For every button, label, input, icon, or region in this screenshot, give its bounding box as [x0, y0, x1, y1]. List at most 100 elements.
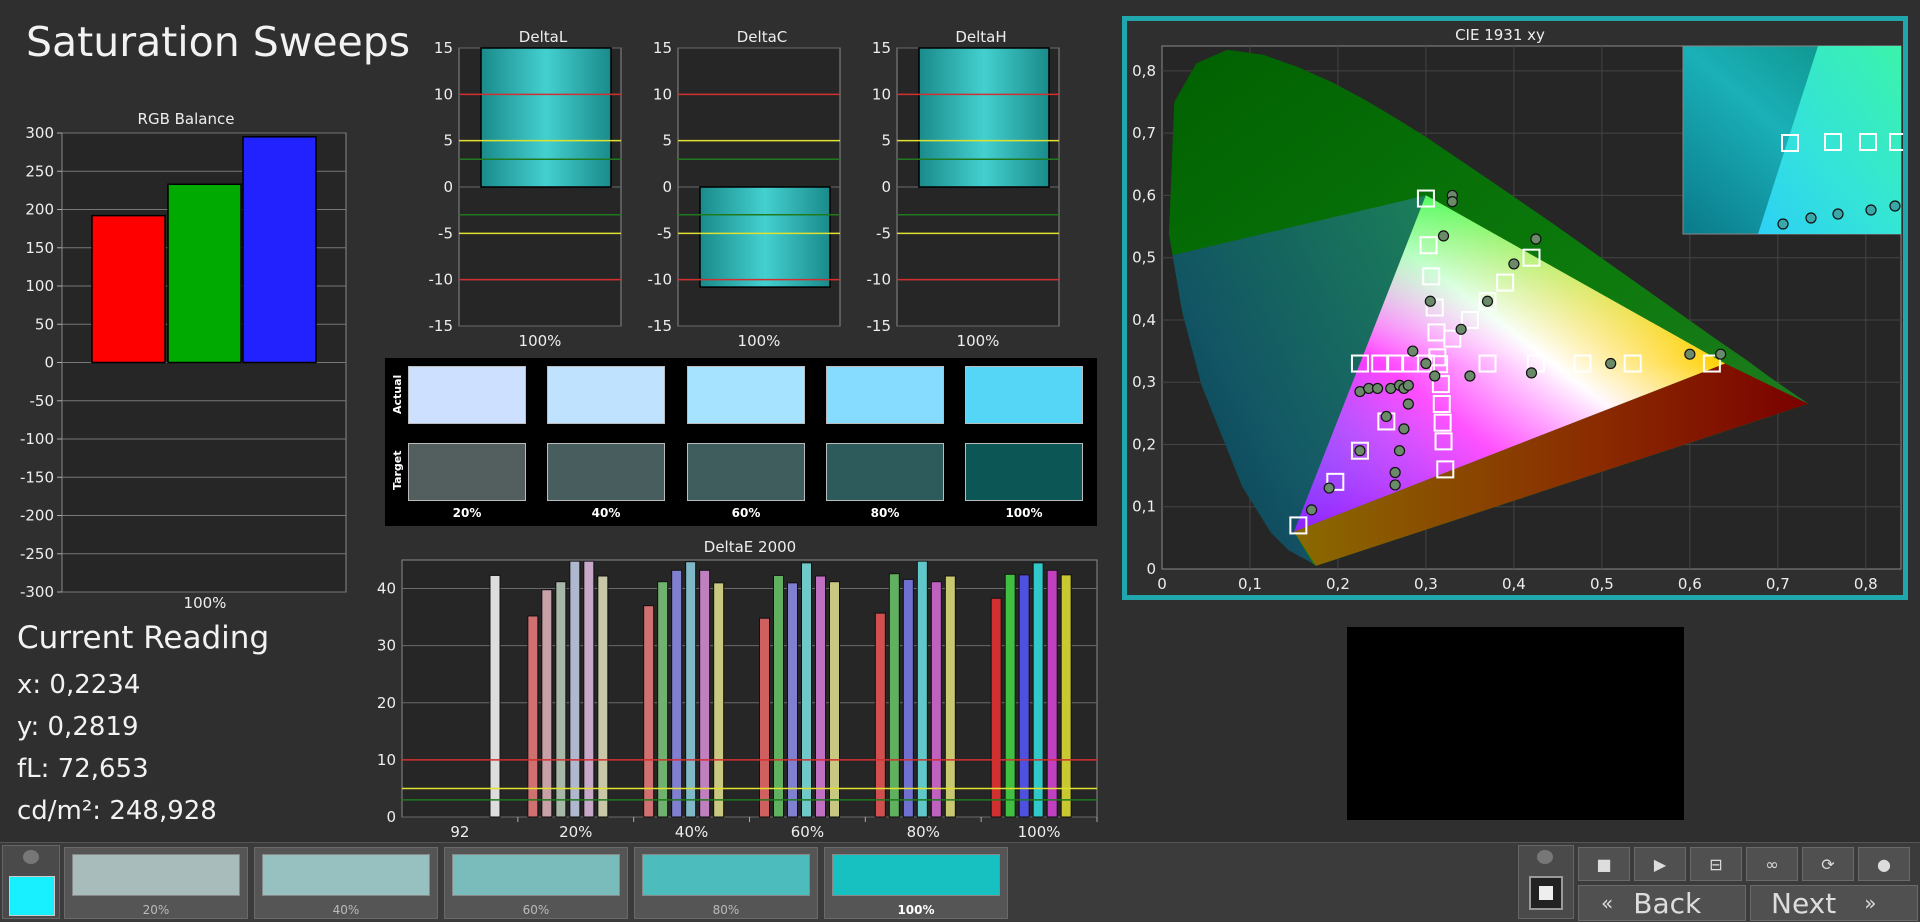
delta-tick-label: 5	[881, 132, 891, 150]
page-title: Saturation Sweeps	[26, 18, 411, 66]
rgb-tick-label: 150	[25, 239, 54, 257]
cie-measured-point	[1446, 196, 1458, 208]
deltae-tick-label: 10	[377, 751, 396, 769]
cie-xtick-label: 0,5	[1590, 575, 1614, 593]
target-row-label: Target	[391, 450, 404, 490]
actual-swatch	[826, 366, 944, 424]
cie-xtick-label: 0,6	[1678, 575, 1702, 593]
inset-measured-point	[1865, 204, 1877, 216]
cie-measured-point	[1525, 367, 1538, 379]
rgb-tick-label: -150	[20, 468, 54, 486]
deltae-xlabel: 92	[450, 823, 469, 841]
cie-measured-point	[1605, 357, 1617, 370]
current-color-swatch	[9, 876, 55, 916]
current-reading-title: Current Reading	[17, 620, 270, 656]
delta-tick-label: 15	[653, 40, 672, 57]
reading-fl: fL: 72,653	[17, 754, 149, 784]
delta-tick-label: -15	[867, 317, 892, 335]
deltae-bar	[990, 597, 1002, 818]
delta-tick-label: 5	[662, 132, 672, 150]
saturation-step-tile[interactable]: 80%	[634, 847, 818, 919]
deltae-chart: 40 30 20 10 0 92 20% 40% 60% 80% 100%	[377, 559, 1098, 841]
chevron-up-icon[interactable]	[1537, 850, 1553, 864]
cie-measured-point	[1393, 445, 1406, 457]
cie-measured-point	[1402, 398, 1414, 410]
deltae-bar	[888, 573, 900, 818]
refresh-icon[interactable]: ⟳	[1802, 847, 1854, 881]
deltae-bar	[1018, 574, 1030, 818]
saturation-step-tile[interactable]: 20%	[64, 847, 248, 919]
delta-tick-label: 0	[443, 178, 453, 196]
scroll-up-icon[interactable]	[23, 850, 39, 864]
tile-color-swatch	[262, 854, 430, 896]
deltae-bar	[685, 561, 697, 818]
actual-swatch	[408, 366, 526, 424]
deltae-bar	[1046, 569, 1058, 818]
deltae-tick-label: 30	[377, 637, 396, 655]
deltae-tick-label: 20	[377, 694, 396, 712]
pattern-preview-window	[1347, 627, 1684, 820]
saturation-step-tile[interactable]: 40%	[254, 847, 438, 919]
cie-measured-point	[1323, 482, 1335, 494]
reading-y: y: 0,2819	[17, 712, 139, 742]
deltae-bar	[583, 560, 595, 818]
cie-measured-point	[1481, 295, 1494, 307]
delta-tick-label: 10	[434, 85, 453, 103]
tile-color-swatch	[72, 854, 240, 896]
deltae-bar	[657, 581, 669, 818]
cie-ytick-label: 0,3	[1132, 373, 1156, 391]
swatch-label: 40%	[591, 506, 621, 520]
rgb-bar-r	[91, 214, 166, 364]
deltae-bar	[815, 575, 826, 818]
cie-measured-point	[1530, 233, 1542, 245]
deltae-bar	[671, 569, 683, 818]
next-label: Next	[1771, 886, 1837, 920]
stop-icon[interactable]: ■	[1578, 847, 1630, 881]
step-icon[interactable]: ⊟	[1690, 847, 1742, 881]
cie-measured-point	[1407, 345, 1419, 357]
bottom-toolbar: 20% 40% 60% 80% 100% ■ ▶ ⊟ ∞ ⟳ ● « Back Next…	[0, 842, 1920, 922]
delta-tick-label: -15	[429, 317, 454, 335]
rgb-tick-label: -200	[20, 507, 54, 525]
current-color-control[interactable]	[2, 845, 60, 919]
play-icon[interactable]: ▶	[1634, 847, 1686, 881]
target-swatch	[408, 443, 526, 501]
deltae-bar	[801, 562, 812, 818]
back-icon: «	[1601, 891, 1614, 915]
rgb-tick-label: 100	[25, 277, 54, 295]
rgb-tick-label: 200	[25, 201, 54, 219]
deltae-xlabel: 20%	[559, 823, 592, 841]
rgb-tick-label: -100	[20, 430, 54, 448]
back-button[interactable]: « Back	[1578, 885, 1746, 921]
saturation-step-tile[interactable]: 100%	[824, 847, 1008, 919]
record-indicator-icon[interactable]: ●	[1858, 847, 1910, 881]
cie-ytick-label: 0,4	[1132, 311, 1156, 329]
cie-measured-point	[1380, 410, 1392, 423]
saturation-step-tile[interactable]: 60%	[444, 847, 628, 919]
loop-icon[interactable]: ∞	[1746, 847, 1798, 881]
deltae-bar	[713, 582, 725, 818]
deltae-bar	[597, 575, 609, 818]
next-button[interactable]: Next »	[1750, 885, 1918, 921]
rgb-bar-g	[167, 183, 242, 364]
rgb-tick-label: 50	[35, 315, 54, 333]
cie-diagram: 0 0,1 0,2 0,3 0,4 0,5 0,6 0,7 0,8 0 0,1 0,2 0,3 0,4 0,…	[1132, 45, 1903, 593]
delta-tick-label: -10	[648, 271, 673, 289]
deltae-bar	[527, 615, 539, 818]
cie-ytick-label: 0,6	[1132, 186, 1156, 204]
delta-bar	[480, 47, 612, 188]
cie-measured-point	[1508, 258, 1520, 270]
stop-record-icon[interactable]	[1529, 876, 1563, 910]
record-control[interactable]	[1518, 845, 1574, 919]
inset-measured-point	[1889, 200, 1901, 212]
swatch-label: 80%	[870, 506, 900, 520]
tile-color-swatch	[832, 854, 1000, 896]
deltae-xlabel: 80%	[907, 823, 940, 841]
deltae-bar	[489, 574, 501, 818]
deltae-tick-label: 40	[377, 580, 396, 598]
rgb-tick-label: 0	[44, 354, 54, 372]
deltae-bar	[541, 589, 553, 818]
delta-xlabel: 100%	[957, 332, 1000, 350]
tile-label: 100%	[897, 903, 935, 917]
delta-tick-label: 15	[434, 40, 453, 57]
